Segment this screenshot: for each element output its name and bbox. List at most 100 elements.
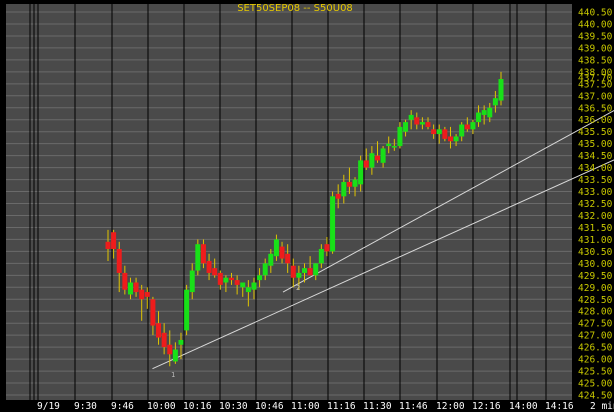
y-tick-label: 432.50 [578,199,613,210]
candle-body [374,155,380,161]
y-tick-label: 439.50 [578,31,613,42]
candle-body [492,98,498,106]
y-tick-label: 430.00 [578,259,613,270]
y-tick-label: 431.50 [578,223,613,234]
candle-body [161,332,167,348]
candle-body [189,270,195,293]
x-tick-label: 10:16 [183,401,212,412]
x-tick-label: 11:46 [399,401,428,412]
y-tick-label: 433.00 [578,187,613,198]
candle-body [419,122,425,125]
candle-body [144,292,150,297]
y-tick-label: 432.00 [578,211,613,222]
candle-body [476,112,482,123]
y-tick-label: 426.50 [578,343,613,354]
candle-body [431,129,437,135]
candle-body [139,289,145,300]
candle-body [408,114,414,120]
candle-body [363,160,369,168]
candle-body [116,248,122,273]
candle-body [470,122,476,130]
candle-body [273,239,279,257]
candle-body [111,232,117,249]
candle-body [346,181,352,187]
candle-body [302,268,307,273]
candle-body [358,160,364,185]
candle-body [397,126,403,147]
interval-label: 2 min [590,401,614,412]
y-tick-label: 427.00 [578,331,613,342]
y-tick-label: 428.00 [578,307,613,318]
candle-body [262,263,268,276]
candle-body [178,339,184,345]
candle-body [268,253,274,266]
x-tick-label: 10:00 [147,401,176,412]
y-tick-label: 433.50 [578,175,613,186]
y-tick-label: 425.00 [578,379,613,390]
candle-body [206,260,212,273]
candle-body [212,268,218,276]
candle [330,191,336,254]
marker-1: 1 [171,371,175,379]
candle-body [313,263,319,276]
candle-body [240,282,246,288]
candle-body [487,107,493,118]
y-tick-label: 425.50 [578,367,613,378]
y-axis-labels: 440.50440.00439.50439.00438.50438.00437.… [578,8,613,402]
candle [195,239,201,276]
x-tick-label: 9:30 [74,401,97,412]
price-chart[interactable]: 440.50440.00439.50439.00438.50438.00437.… [0,0,614,412]
candle-body [150,299,156,326]
candle-body [279,246,285,259]
y-tick-label: 439.00 [578,43,613,54]
candle-body [330,196,336,252]
candle-body [391,146,397,148]
candle-body [223,277,229,283]
candle-body [324,244,330,252]
candle-body [341,181,347,197]
candle-body [234,280,240,285]
candle-body [386,143,392,147]
candle-body [335,193,341,199]
candle-body [442,129,448,139]
y-tick-label: 438.50 [578,55,613,66]
y-tick-label: 435.00 [578,139,613,150]
candle [184,284,190,336]
chart-title: SET50SEP08 -- S50U08 [237,3,353,14]
y-tick-label: 440.00 [578,19,613,30]
candle-body [436,129,442,135]
x-axis-labels: 9/19 9:30 9:46 10:00 10:16 10:30 10:46 11:00 11:… [37,401,574,412]
candle-body [290,265,296,278]
candle-body [122,272,128,290]
y-tick-label: 436.50 [578,103,613,114]
x-tick-label: 12:16 [472,401,501,412]
candle-body [127,282,133,295]
y-tick-label: 437.00 [578,91,613,102]
candle-body [498,79,504,101]
candle-body [453,136,459,142]
y-tick-label: 427.50 [578,319,613,330]
candle-body [105,241,111,249]
y-tick-label: 440.50 [578,8,613,19]
candle-body [318,248,324,264]
x-tick-label: 10:46 [255,401,284,412]
candle-body [296,272,302,278]
candle-body [307,268,313,276]
candle-body [464,124,470,130]
candle-body [459,124,465,137]
y-tick-label: 429.50 [578,271,613,282]
candle-body [200,244,206,264]
candle-body [414,117,420,125]
candle-body [251,282,257,290]
x-tick-label: 9:46 [111,401,134,412]
y-tick-label: 430.50 [578,247,613,258]
candle-body [133,282,139,293]
marker-2: 2 [296,284,300,292]
y-tick-label: 426.00 [578,355,613,366]
candle-body [167,344,173,355]
candle-body [285,253,291,264]
candle-body [369,153,375,168]
x-tick-label: 14:16 [545,401,574,412]
candle-body [425,122,431,127]
x-tick-label: 11:16 [327,401,356,412]
